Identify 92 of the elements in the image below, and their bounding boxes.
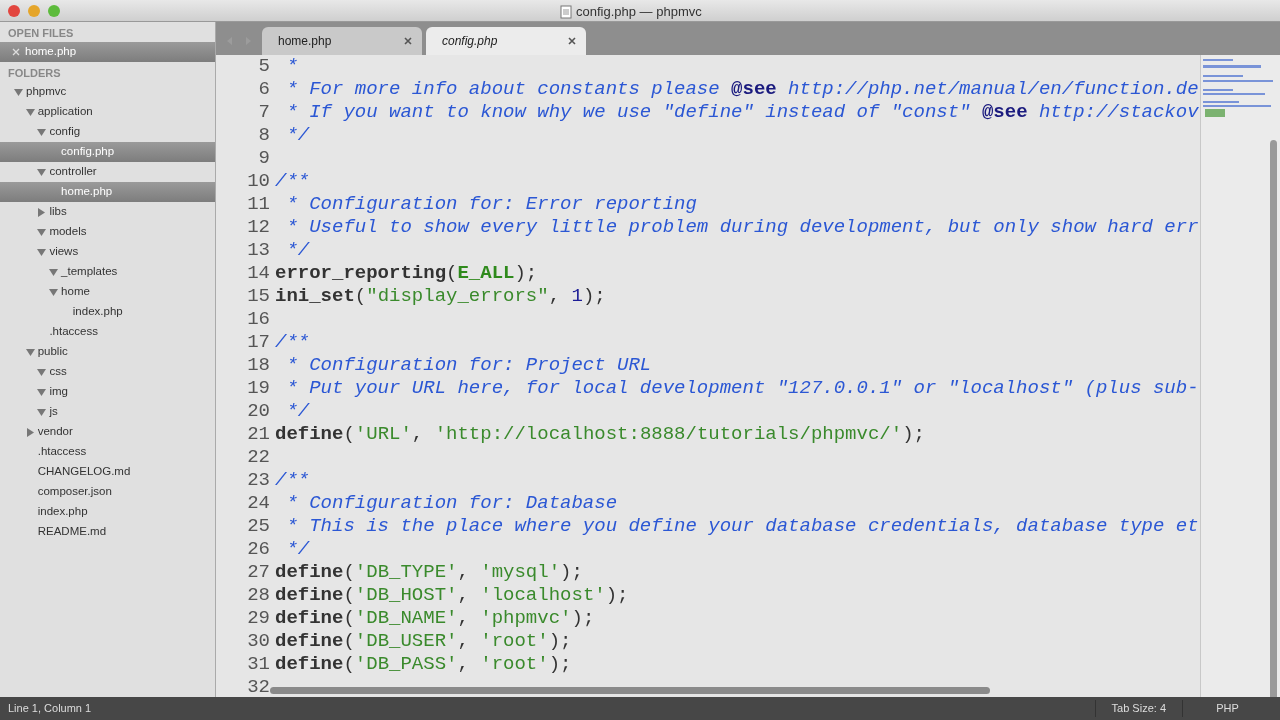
tree-item[interactable]: .htaccess [0, 322, 215, 342]
sidebar-heading: OPEN FILES [7, 26, 75, 41]
document-icon [560, 4, 572, 19]
tree-item[interactable]: views [0, 242, 215, 262]
line-number: 15 [246, 285, 271, 308]
line-number: 8 [257, 124, 271, 147]
code-line: define('DB_TYPE', 'mysql'); [275, 561, 583, 584]
horizontal-scrollbar[interactable] [270, 687, 990, 695]
code-line: /** [275, 469, 310, 492]
code-line: ini_set("display_errors", 1); [275, 285, 606, 308]
tree-item[interactable]: js [0, 402, 215, 422]
code-line: define('DB_HOST', 'localhost'); [275, 584, 629, 607]
code-line: * [285, 55, 298, 78]
code-line: * For more info about constants please @see http://php.net/manual/en/function.de [285, 78, 1199, 101]
line-number: 30 [246, 630, 271, 653]
tree-item[interactable]: composer.json [0, 482, 215, 502]
line-number: 7 [257, 101, 271, 124]
line-number: 32 [246, 676, 271, 697]
code-line: * Configuration for: Error reporting [285, 193, 697, 216]
sidebar-heading: FOLDERS [7, 66, 62, 81]
tree-item[interactable]: README.md [0, 522, 215, 542]
code-line: */ [285, 239, 310, 262]
code-line: define('DB_NAME', 'phpmvc'); [275, 607, 595, 630]
tree-item[interactable]: config [0, 122, 215, 142]
line-number: 28 [246, 584, 271, 607]
close-icon[interactable] [404, 37, 412, 45]
cursor-position: Line 1, Column 1 [8, 701, 92, 717]
code-line: define('URL', 'http://localhost:8888/tutorials/phpmvc/'); [275, 423, 925, 446]
window-title: config.php — phpmvc [576, 3, 702, 21]
tree-item[interactable]: _templates [0, 262, 215, 282]
line-number: 26 [246, 538, 271, 561]
line-number: 23 [246, 469, 271, 492]
line-number: 11 [246, 193, 271, 216]
code-line: * Configuration for: Project URL [285, 354, 652, 377]
tree-item[interactable]: css [0, 362, 215, 382]
line-number: 22 [246, 446, 271, 469]
tab-size-setting[interactable]: Tab Size: 4 [1094, 700, 1182, 717]
code-line: */ [285, 400, 310, 423]
code-line: define('DB_PASS', 'root'); [275, 653, 572, 676]
close-window-button[interactable] [8, 4, 20, 17]
tree-item[interactable]: libs [0, 202, 215, 222]
collapsed-arrow-icon[interactable] [37, 207, 47, 217]
code-line: */ [285, 538, 310, 561]
line-number: 5 [257, 55, 271, 78]
tree-item[interactable]: phpmvc [0, 82, 215, 102]
tree-item[interactable]: home [0, 282, 215, 302]
syntax-setting[interactable]: PHP [1182, 700, 1272, 717]
line-number: 21 [246, 423, 271, 446]
collapsed-arrow-icon[interactable] [25, 427, 35, 437]
editor-tab[interactable]: home.php [262, 27, 422, 55]
code-line: error_reporting(E_ALL); [275, 262, 538, 285]
code-line: * Configuration for: Database [285, 492, 618, 515]
code-line: define('DB_USER', 'root'); [275, 630, 572, 653]
tree-item[interactable]: models [0, 222, 215, 242]
tree-item[interactable]: index.php [0, 502, 215, 522]
line-number: 19 [246, 377, 271, 400]
line-number: 24 [246, 492, 271, 515]
code-line: * Useful to show every little problem during development, but only show hard err [285, 216, 1199, 239]
editor-tab[interactable]: config.php [426, 27, 586, 55]
line-number: 6 [257, 78, 271, 101]
code-line: * This is the place where you define your database credentials, database type et [285, 515, 1199, 538]
code-line: */ [285, 124, 310, 147]
tree-item[interactable]: controller [0, 162, 215, 182]
line-number: 14 [246, 262, 271, 285]
line-number: 16 [246, 308, 271, 331]
code-line: /** [275, 331, 310, 354]
tree-item[interactable]: vendor [0, 422, 215, 442]
line-number: 27 [246, 561, 271, 584]
line-number: 31 [246, 653, 271, 676]
expanded-arrow-icon[interactable] [37, 167, 47, 177]
line-number: 12 [246, 216, 271, 239]
code-line: * Put your URL here, for local development "127.0.0.1" or "localhost" (plus sub- [285, 377, 1199, 400]
line-number: 29 [246, 607, 271, 630]
minimap-drawing[interactable] [1200, 55, 1280, 697]
tree-item[interactable]: .htaccess [0, 442, 215, 462]
code-line: /** [275, 170, 310, 193]
zoom-window-button[interactable] [48, 4, 60, 17]
vertical-scrollbar[interactable] [1270, 140, 1277, 697]
code-line: * If you want to know why we use "define" instead of "const" @see http://stackov [285, 101, 1199, 124]
tree-item[interactable]: index.php [0, 302, 215, 322]
line-number: 25 [246, 515, 271, 538]
line-number: 18 [246, 354, 271, 377]
tree-item[interactable]: application [0, 102, 215, 122]
close-icon[interactable] [568, 37, 576, 45]
tree-item[interactable]: img [0, 382, 215, 402]
line-number: 10 [246, 170, 271, 193]
line-number: 9 [257, 147, 271, 170]
tree-item[interactable]: CHANGELOG.md [0, 462, 215, 482]
line-number: 17 [246, 331, 271, 354]
line-number: 13 [246, 239, 271, 262]
tree-item[interactable]: public [0, 342, 215, 362]
line-number: 20 [246, 400, 271, 423]
